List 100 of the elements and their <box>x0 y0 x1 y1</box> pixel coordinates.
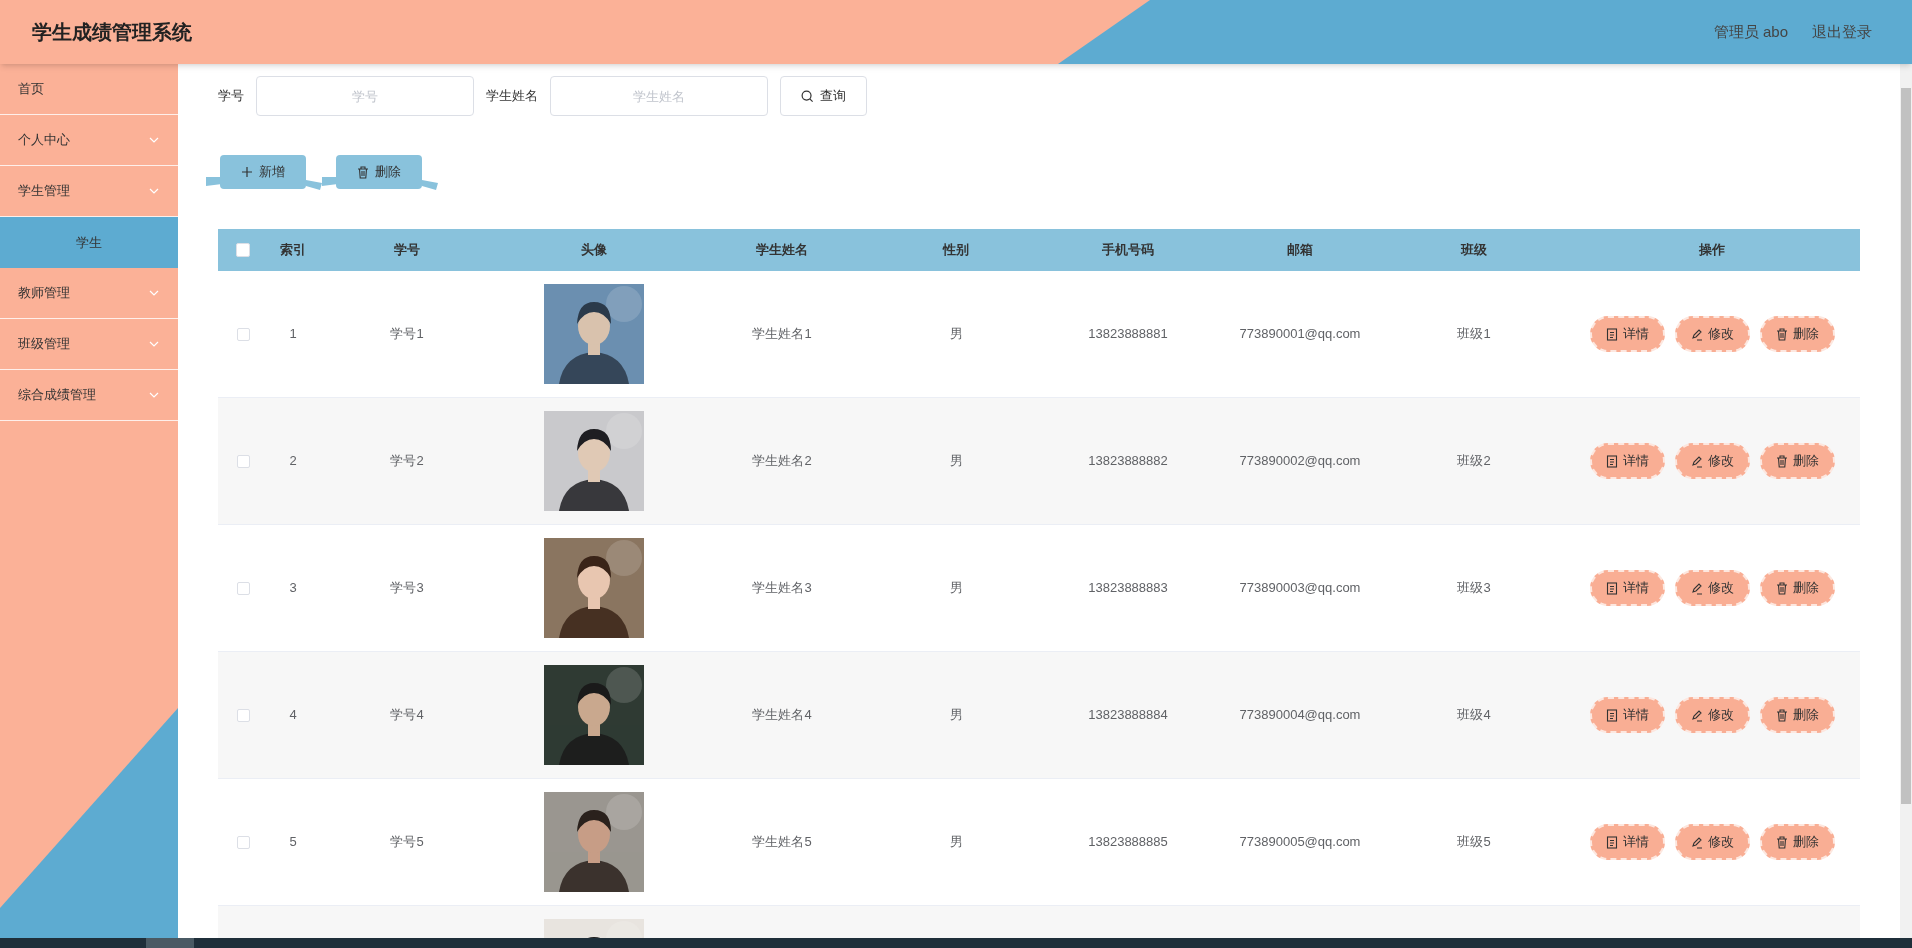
table-cell-text: 学号5 <box>390 833 424 852</box>
app-title: 学生成绩管理系统 <box>32 20 192 45</box>
pencil-icon <box>1690 581 1703 595</box>
column-header: 手机号码 <box>1101 241 1155 260</box>
edit-button[interactable]: 修改 <box>1674 316 1750 352</box>
table-cell-text: 班级4 <box>1457 706 1491 725</box>
column-header: 头像 <box>580 241 608 260</box>
table-cell-text: 773890003@qq.com <box>1239 579 1361 598</box>
sidebar-item[interactable]: 首页 <box>0 64 178 115</box>
table-cell-text: 学号3 <box>390 579 424 598</box>
table-cell-text: 13823888883 <box>1088 579 1168 598</box>
document-icon <box>1605 327 1618 341</box>
table-cell-text: 13823888882 <box>1088 452 1168 471</box>
trash-icon <box>1775 581 1788 595</box>
table-cell-text: 3 <box>289 579 297 598</box>
document-icon <box>1605 454 1618 468</box>
sidebar-subitem[interactable]: 学生 <box>0 217 178 268</box>
table-cell-text: 773890004@qq.com <box>1239 706 1361 725</box>
details-button[interactable]: 详情 <box>1589 697 1665 733</box>
search-field[interactable]: 学生姓名 <box>550 76 768 116</box>
table-cell-text: 4 <box>289 706 297 725</box>
table-cell-text: 13823888885 <box>1088 833 1168 852</box>
select-all-checkbox[interactable] <box>236 243 250 257</box>
edit-button[interactable]: 修改 <box>1674 443 1750 479</box>
field-label: 学生姓名 <box>486 87 538 106</box>
trash-icon <box>357 165 369 179</box>
table-cell-text: 学生姓名5 <box>752 833 812 852</box>
sidebar-item[interactable]: 综合成绩管理 <box>0 370 178 421</box>
row-checkbox[interactable] <box>236 835 250 849</box>
table-cell-text: 学生姓名4 <box>752 706 812 725</box>
row-checkbox[interactable] <box>236 708 250 722</box>
details-button[interactable]: 详情 <box>1589 570 1665 606</box>
details-button[interactable]: 详情 <box>1589 316 1665 352</box>
table-cell-text: 学号4 <box>390 706 424 725</box>
table-cell-text: 男 <box>949 452 963 471</box>
delete-button[interactable]: 删除 <box>336 155 422 189</box>
pencil-icon <box>1690 708 1703 722</box>
add-button[interactable]: 新增 <box>220 155 306 189</box>
edit-button[interactable]: 修改 <box>1674 824 1750 860</box>
sidebar-item[interactable]: 教师管理 <box>0 268 178 319</box>
sidebar-item[interactable]: 班级管理 <box>0 319 178 370</box>
delete-button[interactable]: 删除 <box>1759 570 1835 606</box>
pencil-icon <box>1690 454 1703 468</box>
table-cell-text: 学号2 <box>390 452 424 471</box>
table-cell-text: 学生姓名1 <box>752 325 812 344</box>
delete-button[interactable]: 删除 <box>1759 316 1835 352</box>
document-icon <box>1605 581 1618 595</box>
pencil-icon <box>1690 327 1703 341</box>
search-button[interactable]: 查询 <box>780 76 867 116</box>
column-header: 学号 <box>393 241 421 260</box>
table-cell-text: 773890002@qq.com <box>1239 452 1361 471</box>
table-cell-text: 男 <box>949 579 963 598</box>
table-cell-text: 5 <box>289 833 297 852</box>
row-checkbox[interactable] <box>236 454 250 468</box>
table-cell-text: 男 <box>949 833 963 852</box>
field-label: 学号 <box>218 87 244 106</box>
column-header: 邮箱 <box>1286 241 1314 260</box>
table-cell-text: 学生姓名2 <box>752 452 812 471</box>
edit-button[interactable]: 修改 <box>1674 570 1750 606</box>
column-header: 操作 <box>1698 241 1726 260</box>
trash-icon <box>1775 327 1788 341</box>
table-cell-text: 班级1 <box>1457 325 1491 344</box>
row-checkbox[interactable] <box>236 327 250 341</box>
sidebar-item[interactable]: 个人中心 <box>0 115 178 166</box>
pencil-icon <box>1690 835 1703 849</box>
table-cell-text: 班级3 <box>1457 579 1491 598</box>
column-header: 学生姓名 <box>755 241 809 260</box>
table-cell-text: 773890005@qq.com <box>1239 833 1361 852</box>
table-cell-text: 1 <box>289 325 297 344</box>
table-cell-text: 男 <box>949 706 963 725</box>
table-cell-text: 13823888881 <box>1088 325 1168 344</box>
delete-button[interactable]: 删除 <box>1759 697 1835 733</box>
document-icon <box>1605 835 1618 849</box>
plus-icon <box>241 166 253 178</box>
search-icon <box>801 89 814 103</box>
scrollbar[interactable] <box>1900 64 1912 938</box>
column-header: 班级 <box>1459 241 1488 260</box>
details-button[interactable]: 详情 <box>1589 824 1665 860</box>
table-cell-text: 学生姓名3 <box>752 579 812 598</box>
trash-icon <box>1775 708 1788 722</box>
table-cell-text: 13823888884 <box>1088 706 1168 725</box>
table-cell-text: 班级2 <box>1457 452 1491 471</box>
trash-icon <box>1775 835 1788 849</box>
trash-icon <box>1775 454 1788 468</box>
details-button[interactable]: 详情 <box>1589 443 1665 479</box>
table-cell-text: 班级5 <box>1457 833 1491 852</box>
delete-button[interactable]: 删除 <box>1759 824 1835 860</box>
table-cell-text: 学号1 <box>390 325 424 344</box>
search-field[interactable]: 学号 <box>256 76 474 116</box>
logout-link[interactable]: 退出登录 <box>1812 20 1872 44</box>
edit-button[interactable]: 修改 <box>1674 697 1750 733</box>
table-cell-text: 男 <box>949 325 963 344</box>
row-checkbox[interactable] <box>236 581 250 595</box>
admin-user-link[interactable]: 管理员 abo <box>1713 20 1788 44</box>
table-cell-text: 2 <box>289 452 297 471</box>
column-header: 索引 <box>279 241 307 260</box>
document-icon <box>1605 708 1618 722</box>
table-cell-text: 773890001@qq.com <box>1239 325 1361 344</box>
delete-button[interactable]: 删除 <box>1759 443 1835 479</box>
column-header: 性别 <box>941 241 970 260</box>
